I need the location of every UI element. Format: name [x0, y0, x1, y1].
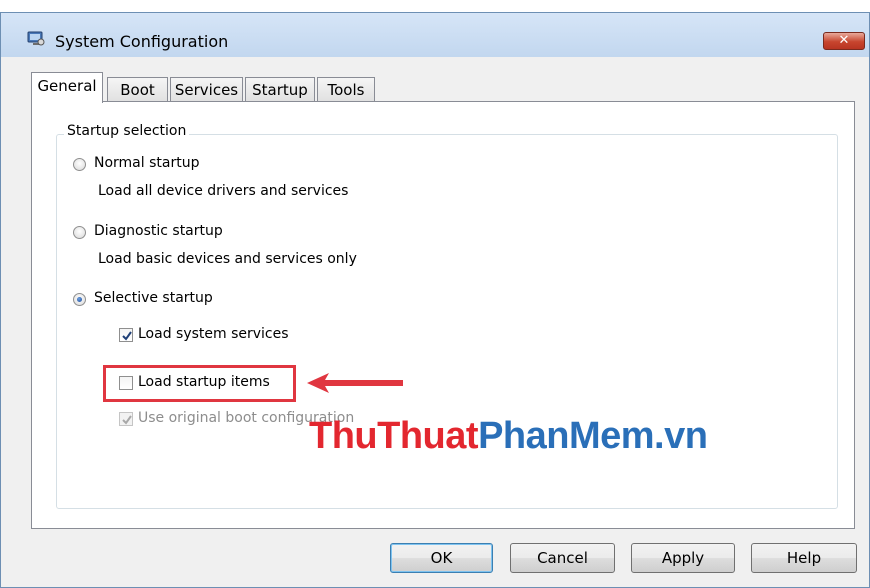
- normal-startup-label[interactable]: Normal startup: [94, 155, 199, 171]
- apply-button-label: Apply: [661, 549, 705, 567]
- window-title: System Configuration: [55, 32, 229, 51]
- diagnostic-startup-radio[interactable]: [73, 226, 86, 239]
- tab-boot-label: Boot: [120, 81, 155, 99]
- cancel-button-label: Cancel: [537, 549, 588, 567]
- help-button-label: Help: [786, 549, 822, 567]
- diagnostic-startup-description: Load basic devices and services only: [98, 251, 357, 267]
- startup-selection-legend: Startup selection: [64, 123, 190, 139]
- help-button[interactable]: Help: [751, 543, 857, 573]
- watermark: ThuThuatPhanMem.vn: [309, 415, 708, 458]
- watermark-part-3: .vn: [654, 415, 708, 457]
- load-system-services-label[interactable]: Load system services: [138, 326, 289, 342]
- close-x-icon: ✕: [838, 33, 850, 48]
- cancel-button[interactable]: Cancel: [510, 543, 615, 573]
- watermark-part-2: PhanMem: [478, 415, 655, 457]
- tab-tools-label: Tools: [327, 81, 365, 99]
- apply-button[interactable]: Apply: [631, 543, 735, 573]
- tab-services[interactable]: Services: [170, 77, 243, 102]
- tab-services-label: Services: [174, 81, 239, 99]
- system-configuration-window: System Configuration ✕ General Boot Serv…: [0, 12, 870, 588]
- load-system-services-checkbox[interactable]: [119, 328, 133, 342]
- tab-tools[interactable]: Tools: [317, 77, 375, 102]
- left-arrow-icon: [305, 371, 405, 399]
- selective-startup-radio[interactable]: [73, 293, 86, 306]
- checkmark-icon: [122, 415, 132, 425]
- title-bar[interactable]: System Configuration ✕: [1, 13, 869, 57]
- radio-selected-dot: [77, 297, 82, 302]
- diagnostic-startup-label[interactable]: Diagnostic startup: [94, 223, 223, 239]
- system-configuration-icon: [27, 31, 45, 47]
- checkmark-icon: [122, 331, 132, 341]
- normal-startup-description: Load all device drivers and services: [98, 183, 349, 199]
- watermark-part-1: ThuThuat: [309, 415, 479, 457]
- tab-boot[interactable]: Boot: [107, 77, 168, 102]
- use-original-boot-config-checkbox: [119, 412, 133, 426]
- tab-startup[interactable]: Startup: [245, 77, 315, 102]
- ok-button-label: OK: [430, 549, 453, 567]
- tab-general[interactable]: General: [31, 72, 103, 103]
- tab-general-label: General: [37, 77, 97, 95]
- selective-startup-label[interactable]: Selective startup: [94, 290, 213, 306]
- ok-button[interactable]: OK: [390, 543, 493, 573]
- highlight-box: [103, 365, 296, 402]
- tab-startup-label: Startup: [252, 81, 308, 99]
- normal-startup-radio[interactable]: [73, 158, 86, 171]
- close-button[interactable]: ✕: [823, 32, 865, 50]
